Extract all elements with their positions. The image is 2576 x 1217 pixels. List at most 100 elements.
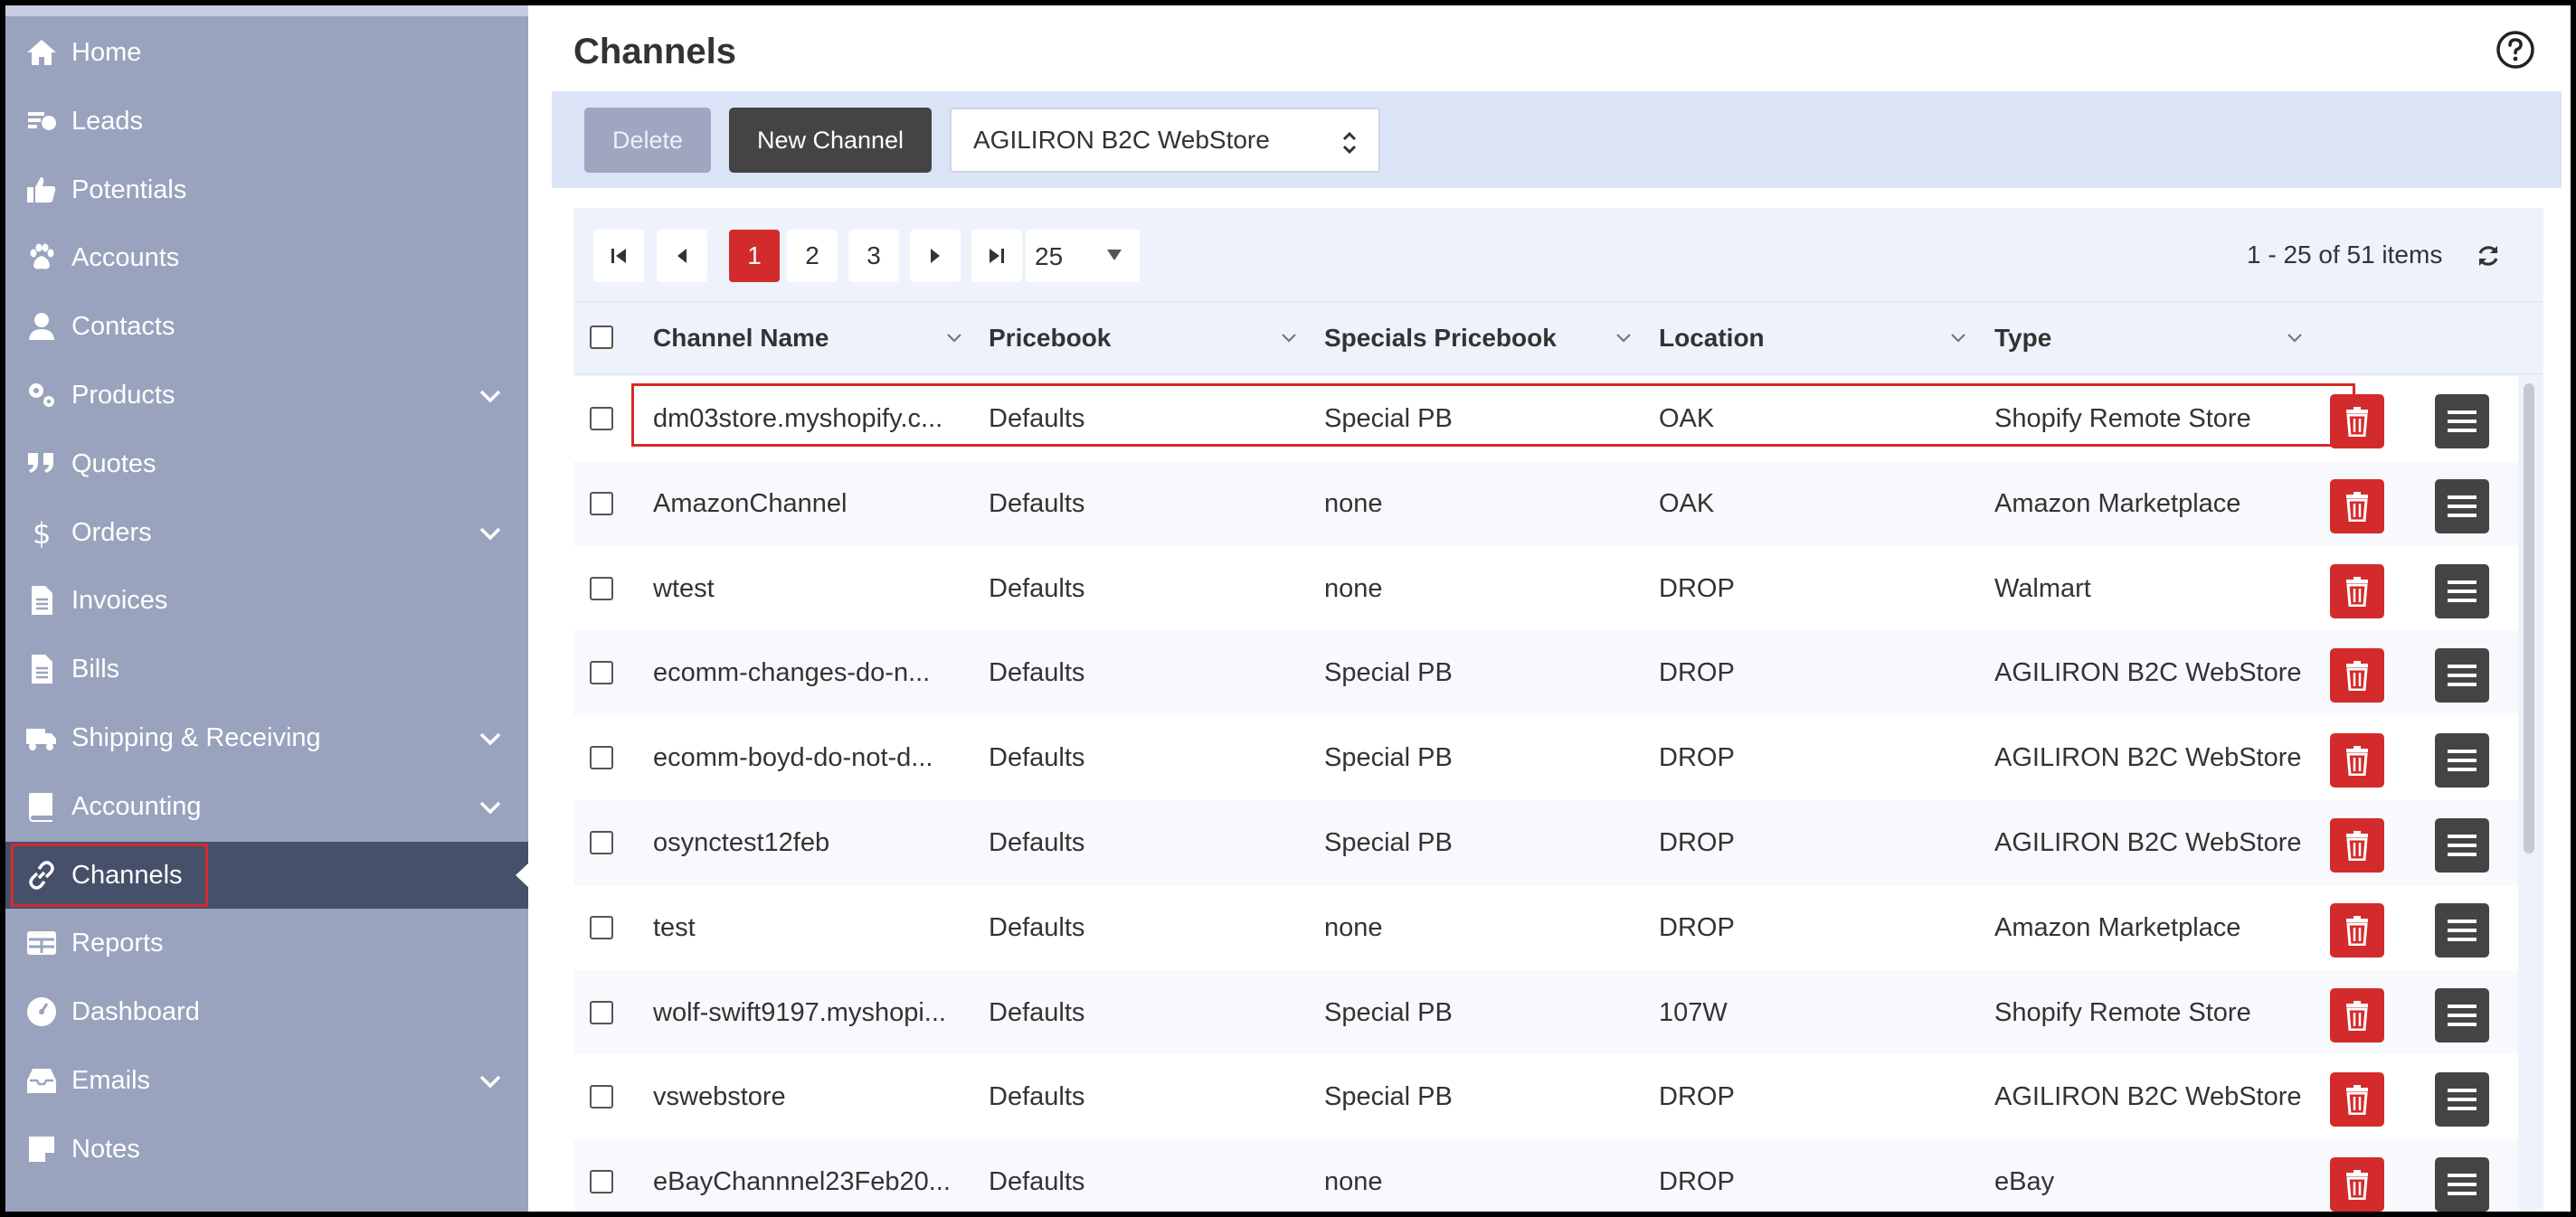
row-menu-button[interactable] [2435,394,2489,448]
table-row[interactable]: dm03store.myshopify.c... Defaults Special … [573,376,2518,461]
chevron-down-icon[interactable] [478,383,503,409]
delete-row-button[interactable] [2330,563,2384,618]
sidebar-item-dashboard[interactable]: Dashboard [5,978,528,1045]
help-icon[interactable] [2495,29,2536,71]
table-row[interactable]: osynctest12feb Defaults Special PB DROP AGIL… [573,800,2518,885]
page-3-button[interactable]: 3 [848,230,899,282]
table-row[interactable]: vswebstore Defaults Special PB DROP AGILIRON… [573,1054,2518,1140]
cell-name[interactable]: ecomm-boyd-do-not-d... [653,715,961,800]
sidebar-item-leads[interactable]: Leads [5,88,528,155]
chevron-down-icon[interactable] [478,1069,503,1094]
table-row[interactable]: wtest Defaults none DROP Walmart [573,545,2518,631]
sidebar-item-contacts[interactable]: Contacts [5,293,528,360]
next-page-button[interactable] [910,230,961,282]
page-size-select[interactable]: 25 [1026,230,1140,282]
sidebar-item-shipping-receiving[interactable]: Shipping & Receiving [5,704,528,771]
table-row[interactable]: eBayChannnel23Feb20... Defaults none DROP eB… [573,1139,2518,1212]
row-checkbox[interactable] [590,407,613,430]
channel-type-select[interactable]: AGILIRON B2C WebStore [950,108,1380,173]
column-header-type[interactable]: Type [1994,302,2051,374]
hamburger-menu-icon [2446,408,2478,435]
first-page-button[interactable] [593,230,644,282]
table-row[interactable]: wolf-swift9197.myshopi... Defaults Special… [573,969,2518,1055]
page-2-button[interactable]: 2 [787,230,838,282]
cell-name[interactable]: eBayChannnel23Feb20... [653,1139,961,1212]
row-checkbox[interactable] [590,831,613,854]
column-menu-chevron-icon[interactable] [946,331,962,344]
scrollbar[interactable] [2520,380,2538,1212]
sidebar-item-bills[interactable]: Bills [5,636,528,703]
sidebar-item-home[interactable]: Home [5,19,528,86]
delete-row-button[interactable] [2330,818,2384,873]
delete-row-button[interactable] [2330,478,2384,533]
delete-row-button[interactable] [2330,902,2384,958]
column-menu-chevron-icon[interactable] [1950,331,1966,344]
row-checkbox[interactable] [590,915,613,939]
new-channel-button[interactable]: New Channel [729,108,932,173]
cell-name[interactable]: ecomm-changes-do-n... [653,630,961,715]
refresh-icon[interactable] [2475,242,2502,269]
row-checkbox[interactable] [590,576,613,600]
row-menu-button[interactable] [2435,1072,2489,1127]
row-checkbox[interactable] [590,661,613,685]
cell-name[interactable]: test [653,885,961,970]
sidebar-item-channels[interactable]: Channels [5,841,530,909]
sidebar-item-notes[interactable]: Notes [5,1116,528,1183]
column-header-pricebook[interactable]: Pricebook [989,302,1111,374]
cell-name[interactable]: wtest [653,546,961,631]
delete-row-button[interactable] [2330,648,2384,703]
delete-row-button[interactable] [2330,987,2384,1042]
last-page-button[interactable] [971,230,1022,282]
row-checkbox[interactable] [590,491,613,515]
chevron-down-icon[interactable] [478,795,503,820]
table-row[interactable]: test Defaults none DROP Amazon Marketplace [573,884,2518,970]
sidebar-item-emails[interactable]: Emails [5,1047,528,1114]
row-checkbox[interactable] [590,1085,613,1109]
prev-page-button[interactable] [657,230,707,282]
sidebar-item-reports[interactable]: Reports [5,910,528,976]
row-menu-button[interactable] [2435,733,2489,788]
page-1-button[interactable]: 1 [729,230,780,282]
chevron-down-icon[interactable] [478,726,503,751]
row-menu-button[interactable] [2435,987,2489,1042]
column-menu-chevron-icon[interactable] [1281,331,1297,344]
gears-icon [24,377,60,413]
row-menu-button[interactable] [2435,818,2489,873]
table-row[interactable]: ecomm-boyd-do-not-d... Defaults Special PB… [573,715,2518,801]
scrollbar-thumb[interactable] [2524,383,2534,854]
table-row[interactable]: AmazonChannel Defaults none OAK Amazon Marke… [573,460,2518,546]
sidebar-item-potentials[interactable]: Potentials [5,156,528,223]
delete-row-button[interactable] [2330,1072,2384,1127]
row-menu-button[interactable] [2435,902,2489,958]
delete-row-button[interactable] [2330,733,2384,788]
column-menu-chevron-icon[interactable] [1615,331,1632,344]
column-header-location[interactable]: Location [1659,302,1765,374]
select-all-checkbox[interactable] [590,325,613,349]
sidebar-item-label: Accounts [71,243,180,273]
sidebar-item-products[interactable]: Products [5,362,528,429]
sidebar-item-accounts[interactable]: Accounts [5,224,528,291]
table-row[interactable]: ecomm-changes-do-n... Defaults Special PB D… [573,630,2518,716]
column-header-channel-name[interactable]: Channel Name [653,302,829,374]
row-checkbox[interactable] [590,1170,613,1194]
sidebar-item-invoices[interactable]: Invoices [5,567,528,634]
row-menu-button[interactable] [2435,648,2489,703]
delete-row-button[interactable] [2330,1157,2384,1212]
row-menu-button[interactable] [2435,478,2489,533]
delete-button[interactable]: Delete [584,108,711,173]
row-menu-button[interactable] [2435,563,2489,618]
row-menu-button[interactable] [2435,1157,2489,1212]
column-header-specials-pricebook[interactable]: Specials Pricebook [1324,302,1557,374]
row-checkbox[interactable] [590,746,613,770]
cell-name[interactable]: AmazonChannel [653,461,961,546]
column-menu-chevron-icon[interactable] [2287,331,2303,344]
delete-row-button[interactable] [2330,394,2384,448]
row-checkbox[interactable] [590,1000,613,1024]
chevron-down-icon[interactable] [478,521,503,546]
cell-name[interactable]: wolf-swift9197.myshopi... [653,970,961,1055]
sidebar-item-quotes[interactable]: Quotes [5,430,528,497]
cell-name[interactable]: vswebstore [653,1054,961,1139]
cell-name[interactable]: osynctest12feb [653,800,961,885]
sidebar-item-accounting[interactable]: Accounting [5,773,528,840]
sidebar-item-orders[interactable]: $ Orders [5,499,528,566]
